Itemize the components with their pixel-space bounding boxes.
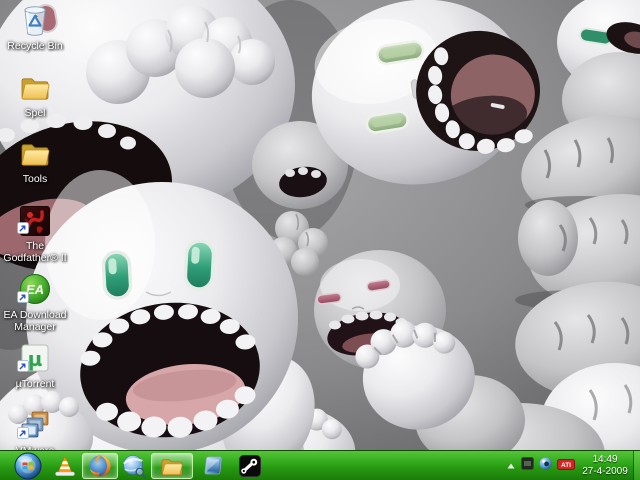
mu-letter: µ bbox=[28, 347, 43, 371]
desktop-icon-ea-download-manager[interactable]: EA EA Download Manager bbox=[0, 272, 70, 333]
vlc-cone-icon bbox=[52, 453, 78, 479]
windows-orb-icon bbox=[13, 451, 43, 480]
clock-time: 14:49 bbox=[580, 454, 630, 466]
clock[interactable]: 14:49 27-4-2009 bbox=[580, 454, 630, 478]
start-button[interactable] bbox=[12, 453, 44, 479]
godfather-game-icon bbox=[17, 203, 53, 239]
icon-label: EA Download Manager bbox=[0, 309, 70, 333]
clock-date: 27-4-2009 bbox=[580, 466, 630, 478]
shortcut-arrow-icon bbox=[17, 221, 29, 239]
icon-label: µTorrent bbox=[0, 378, 70, 390]
icon-label: Recycle Bin bbox=[0, 40, 70, 52]
desktop-screen: Recycle Bin Spel Tools bbox=[0, 0, 640, 480]
ea-icon: EA bbox=[17, 272, 53, 308]
desktop-icon-tools[interactable]: Tools bbox=[0, 136, 70, 185]
hidden-icons-arrow[interactable] bbox=[506, 457, 516, 475]
taskbar: ATI 14:49 27-4-2009 bbox=[0, 450, 640, 480]
desktop-icon-recycle-bin[interactable]: Recycle Bin bbox=[0, 3, 70, 52]
taskbar-media-viewer-button[interactable] bbox=[199, 453, 227, 479]
wallpaper bbox=[0, 0, 640, 480]
desktop-icon-spel[interactable]: Spel bbox=[0, 70, 70, 119]
explorer-folder-icon bbox=[159, 453, 185, 479]
folder-icon bbox=[17, 70, 53, 106]
icon-label: The Godfather® II bbox=[0, 240, 70, 264]
tray-blue-app-icon[interactable] bbox=[539, 457, 552, 475]
up-arrow-icon bbox=[506, 462, 516, 470]
vmware-icon bbox=[17, 408, 53, 444]
icon-label: Tools bbox=[0, 173, 70, 185]
desktop-icon-godfather[interactable]: The Godfather® II bbox=[0, 203, 70, 264]
media-viewer-icon bbox=[201, 453, 225, 479]
taskbar-internet-globe-button[interactable] bbox=[120, 453, 148, 479]
icon-label: Spel bbox=[0, 107, 70, 119]
system-tray: ATI 14:49 27-4-2009 bbox=[506, 451, 630, 480]
utorrent-icon: µ bbox=[17, 341, 53, 377]
firefox-icon bbox=[87, 453, 113, 479]
ati-letters: ATI bbox=[561, 462, 571, 469]
recycle-bin-icon bbox=[17, 3, 53, 39]
taskbar-steam-button[interactable] bbox=[234, 453, 266, 479]
folder-icon bbox=[17, 136, 53, 172]
taskbar-vlc-button[interactable] bbox=[50, 453, 80, 479]
taskbar-explorer-button[interactable] bbox=[151, 453, 193, 479]
taskbar-firefox-button[interactable] bbox=[82, 453, 118, 479]
tray-dark-app-icon[interactable] bbox=[521, 457, 534, 475]
desktop-icon-utorrent[interactable]: µ µTorrent bbox=[0, 341, 70, 390]
shortcut-arrow-icon bbox=[17, 359, 29, 377]
shortcut-arrow-icon bbox=[17, 290, 29, 308]
shortcut-arrow-icon bbox=[17, 426, 29, 444]
globe-icon bbox=[122, 454, 146, 478]
show-desktop-button[interactable] bbox=[633, 451, 640, 480]
tray-ati-icon[interactable]: ATI bbox=[557, 457, 575, 475]
steam-icon bbox=[237, 453, 263, 479]
